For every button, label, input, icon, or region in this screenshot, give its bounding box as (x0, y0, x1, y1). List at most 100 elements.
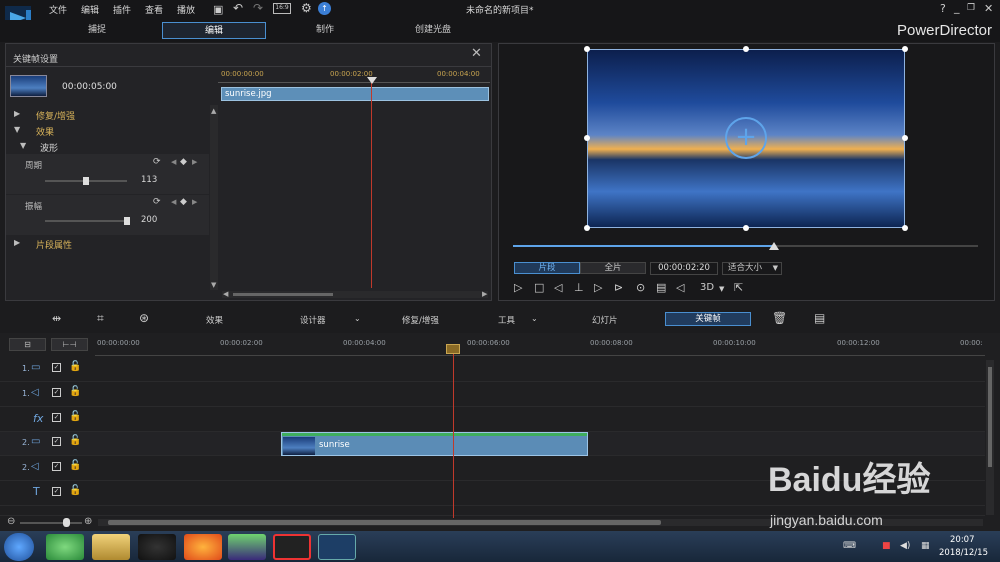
help-icon[interactable]: ? (940, 2, 946, 15)
stop-icon[interactable]: □ (534, 281, 544, 294)
zoom-slider-knob[interactable] (63, 518, 70, 527)
start-button-icon[interactable] (4, 533, 34, 561)
move-handle-icon[interactable]: + (725, 117, 767, 159)
tree-repair[interactable]: 修复/增强 (36, 109, 75, 122)
subtitle-icon[interactable]: ▤ (656, 281, 666, 294)
lock-icon[interactable]: 🔓 (69, 361, 81, 372)
keyboard-icon[interactable]: ⌨ (843, 541, 856, 551)
track-video-1[interactable] (0, 358, 985, 382)
close-window-icon[interactable]: ✕ (984, 2, 993, 15)
designer-button[interactable]: 设计器 (300, 314, 326, 326)
track-audio-1[interactable] (0, 383, 985, 407)
timeline-playhead[interactable] (453, 352, 454, 518)
scroll-right-icon[interactable]: ▶ (482, 290, 487, 298)
add-keyframe-icon[interactable]: ◆ (180, 157, 187, 167)
scroll-thumb[interactable] (988, 367, 992, 467)
track-fx[interactable] (0, 408, 985, 432)
restore-icon[interactable]: ❐ (967, 3, 975, 13)
add-keyframe-icon[interactable]: ◆ (180, 197, 187, 207)
prev-keyframe-icon[interactable]: ◀ (171, 198, 176, 206)
resize-handle[interactable] (743, 46, 749, 52)
powerdirector-taskbar-icon[interactable] (318, 534, 356, 560)
movie-mode-button[interactable]: 全片 (580, 262, 646, 274)
save-icon[interactable]: ▣ (213, 3, 223, 16)
media-app-icon[interactable] (228, 534, 266, 560)
preview-scrubber-knob[interactable] (769, 242, 779, 250)
menu-play[interactable]: 播放 (177, 3, 195, 16)
lock-icon[interactable]: 🔓 (69, 411, 81, 422)
timecode-field[interactable]: 00:00:02:20 (650, 262, 718, 275)
period-slider-knob[interactable] (83, 177, 89, 185)
network-icon[interactable]: ▦ (921, 541, 930, 551)
expand-arrow-icon[interactable]: ▶ (14, 238, 20, 247)
scroll-up-icon[interactable]: ▲ (211, 107, 216, 115)
track-enable-checkbox[interactable]: ✓ (52, 388, 61, 397)
menu-view[interactable]: 查看 (145, 3, 163, 16)
lock-icon[interactable]: 🔓 (69, 435, 81, 446)
redo-icon[interactable]: ↷ (253, 1, 263, 15)
tab-create-disc[interactable]: 创建光盘 (388, 22, 478, 39)
chevron-down-icon[interactable]: ▼ (719, 285, 724, 293)
keyframe-playhead[interactable] (371, 77, 372, 288)
play-icon[interactable]: ▷ (514, 281, 522, 294)
tab-capture[interactable]: 捕捉 (52, 22, 142, 39)
clip-mode-button[interactable]: 片段 (514, 262, 580, 274)
lock-icon[interactable]: 🔓 (69, 485, 81, 496)
next-keyframe-icon[interactable]: ▶ (192, 158, 197, 166)
resize-handle[interactable] (902, 225, 908, 231)
effects-button[interactable]: 效果 (206, 314, 223, 326)
aspect-ratio-icon[interactable]: 16:9 (273, 3, 291, 14)
vertical-scrollbar[interactable] (210, 105, 218, 290)
scroll-thumb[interactable] (108, 520, 661, 525)
tree-wave[interactable]: 波形 (40, 141, 58, 154)
split-icon[interactable]: ⊥ (574, 281, 584, 294)
folder-icon[interactable] (92, 534, 130, 560)
tab-edit[interactable]: 编辑 (162, 22, 266, 39)
tab-produce[interactable]: 制作 (280, 22, 370, 39)
scroll-left-icon[interactable]: ◀ (223, 290, 228, 298)
resize-handle[interactable] (902, 135, 908, 141)
tools-button[interactable]: 工具 (498, 314, 515, 326)
resize-handle[interactable] (902, 46, 908, 52)
reset-icon[interactable]: ⟳ (153, 197, 161, 207)
library-icon[interactable]: ▤ (814, 311, 825, 325)
clock-time[interactable]: 20:07 (950, 535, 975, 545)
lock-icon[interactable]: 🔓 (69, 386, 81, 397)
playhead-handle[interactable] (446, 344, 460, 354)
amplitude-slider-track[interactable] (45, 220, 127, 222)
browser-icon[interactable] (46, 534, 84, 560)
keyframe-clip-bar[interactable]: sunrise.jpg (221, 87, 489, 101)
fit-timeline-icon[interactable]: ⊢⊣ (51, 338, 88, 351)
3d-toggle[interactable]: 3D (700, 282, 714, 293)
track-enable-checkbox[interactable]: ✓ (52, 413, 61, 422)
resize-handle[interactable] (584, 46, 590, 52)
split-view-icon[interactable]: ⇹ (52, 312, 61, 325)
slideshow-button[interactable]: 幻灯片 (592, 314, 618, 326)
menu-edit[interactable]: 编辑 (81, 3, 99, 16)
menu-file[interactable]: 文件 (49, 3, 67, 16)
chevron-down-icon[interactable]: ⌄ (354, 314, 361, 323)
resize-handle[interactable] (743, 225, 749, 231)
scroll-thumb[interactable] (233, 293, 333, 296)
prev-keyframe-icon[interactable]: ◀ (171, 158, 176, 166)
fast-forward-icon[interactable]: ⊳ (614, 281, 623, 294)
minimize-icon[interactable]: _ (954, 1, 960, 14)
resize-handle[interactable] (584, 225, 590, 231)
prev-frame-icon[interactable]: ◁ (554, 281, 562, 294)
zoom-out-icon[interactable]: ⊖ (7, 516, 15, 527)
next-keyframe-icon[interactable]: ▶ (192, 198, 197, 206)
track-enable-checkbox[interactable]: ✓ (52, 363, 61, 372)
expand-arrow-icon[interactable]: ▶ (14, 109, 20, 118)
undock-icon[interactable]: ⇱ (734, 281, 743, 294)
track-enable-checkbox[interactable]: ✓ (52, 487, 61, 496)
next-frame-icon[interactable]: ▷ (594, 281, 602, 294)
speaker-icon[interactable]: ◀) (900, 541, 910, 551)
collapse-arrow-icon[interactable]: ▼ (14, 125, 20, 134)
track-manager-icon[interactable]: ⊟ (9, 338, 46, 351)
recorder-icon[interactable] (273, 534, 311, 560)
zoom-in-icon[interactable]: ⊕ (84, 516, 92, 527)
lock-icon[interactable]: 🔓 (69, 460, 81, 471)
close-icon[interactable]: ✕ (471, 46, 482, 61)
resize-handle[interactable] (584, 135, 590, 141)
track-enable-checkbox[interactable]: ✓ (52, 437, 61, 446)
